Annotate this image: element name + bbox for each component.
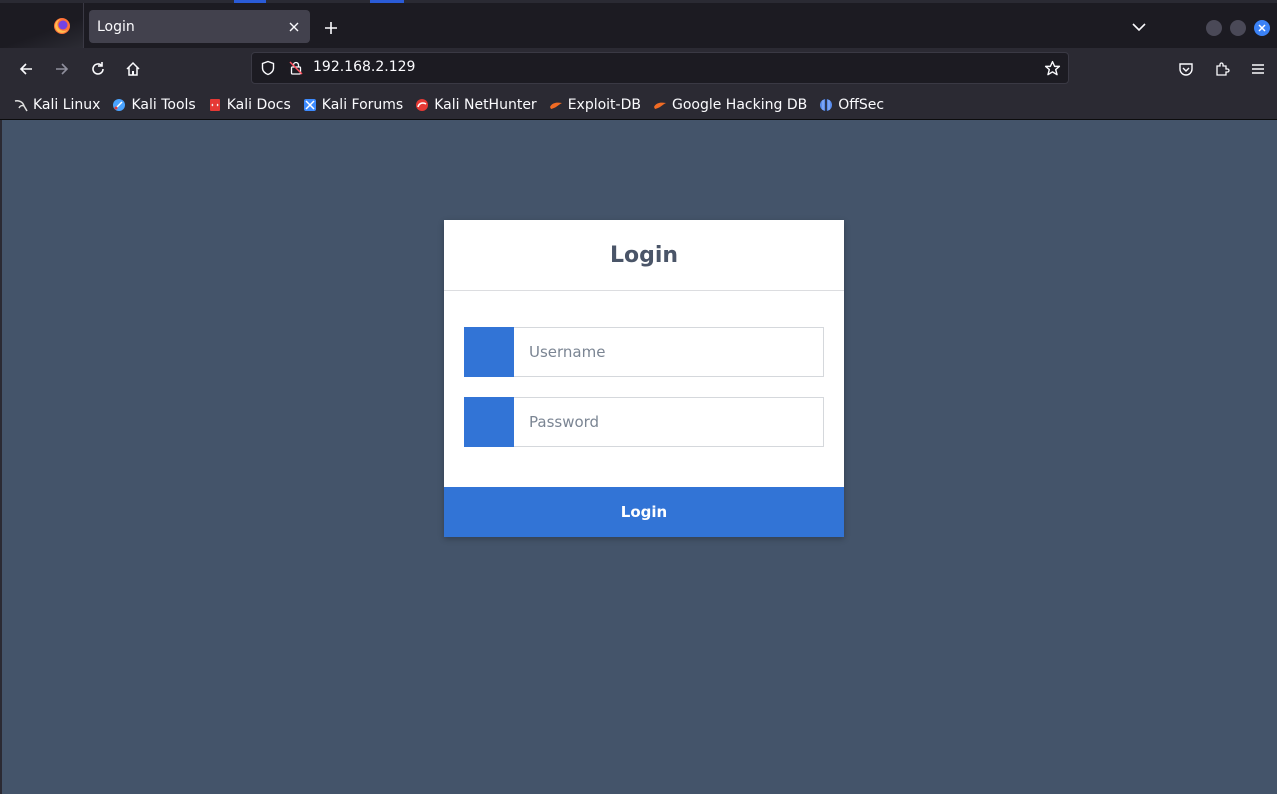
bookmark-label: Kali Linux [33,96,101,113]
login-card-header: Login [444,220,844,291]
password-field-group [464,397,824,447]
login-button[interactable]: Login [444,487,844,537]
kali-nethunter-icon [416,98,429,111]
password-addon [464,397,514,447]
bookmark-kali-forums[interactable]: Kali Forums [303,97,403,113]
back-button[interactable] [16,59,36,79]
puzzle-icon [1216,62,1230,76]
bookmark-label: Google Hacking DB [671,96,808,113]
username-addon [464,327,514,377]
insecure-lock-icon[interactable] [288,60,304,76]
url-bar[interactable]: 192.168.2.129 [251,52,1069,84]
bookmark-exploit-db[interactable]: Exploit-DB [549,97,641,113]
password-input[interactable] [514,397,824,447]
kali-dragon-icon [14,99,28,111]
tab-strip-decoration [0,3,84,48]
bookmark-label: Exploit-DB [567,96,641,113]
username-field-group [464,327,824,377]
home-icon [126,61,140,76]
bookmark-label: OffSec [838,96,885,113]
tab-strip: Login [0,0,1277,48]
ghdb-icon [653,102,666,109]
bookmark-google-hacking-db[interactable]: Google Hacking DB [653,97,807,113]
arrow-right-icon [56,63,69,75]
bookmark-kali-nethunter[interactable]: Kali NetHunter [415,96,537,113]
bookmark-kali-tools[interactable]: Kali Tools [112,96,196,113]
maximize-button[interactable] [1230,20,1246,36]
url-text[interactable]: 192.168.2.129 [313,59,415,75]
tab-close-icon[interactable] [286,19,302,35]
pocket-button[interactable] [1176,59,1196,79]
extensions-button[interactable] [1212,59,1232,79]
close-window-button[interactable] [1254,20,1270,36]
bookmark-label: Kali NetHunter [434,96,537,113]
tab-title: Login [97,18,135,35]
close-icon [1258,24,1266,32]
bookmark-label: Kali Docs [226,96,291,113]
reload-button[interactable] [88,59,108,79]
forward-button[interactable] [52,59,72,79]
bookmark-label: Kali Forums [321,96,404,113]
bookmark-kali-linux[interactable]: Kali Linux [14,97,100,113]
bookmark-star-icon[interactable] [1044,60,1061,77]
login-card: Login Login [444,220,844,537]
home-button[interactable] [123,59,143,79]
tab-strip-accent [370,0,404,3]
minimize-button[interactable] [1206,20,1222,36]
reload-icon [92,62,104,75]
shield-icon[interactable] [260,60,276,76]
app-menu-button[interactable] [1248,59,1268,79]
kali-forums-icon [303,98,316,111]
navigation-toolbar: 192.168.2.129 [0,48,1277,90]
tab-strip-accent [234,0,266,3]
arrow-left-icon [19,63,32,75]
kali-docs-icon [209,98,220,111]
bookmark-offsec[interactable]: OffSec [819,97,884,113]
kali-tools-icon [113,98,126,111]
bookmark-kali-docs[interactable]: Kali Docs [208,97,291,113]
pocket-icon [1179,63,1193,76]
login-title: Login [609,242,679,268]
bookmarks-toolbar: Kali Linux Kali Tools Kali Docs Kali For… [0,90,1277,120]
new-tab-icon[interactable] [322,19,340,37]
username-input[interactable] [514,327,824,377]
hamburger-menu-icon [1252,64,1264,74]
exploit-db-icon [549,102,562,109]
bookmark-label: Kali Tools [131,96,196,113]
tab-login[interactable]: Login [89,10,310,43]
offsec-icon [820,98,833,111]
page-content: Login Login [0,120,1277,794]
firefox-icon[interactable] [53,17,71,35]
list-all-tabs-icon[interactable] [1131,21,1147,33]
